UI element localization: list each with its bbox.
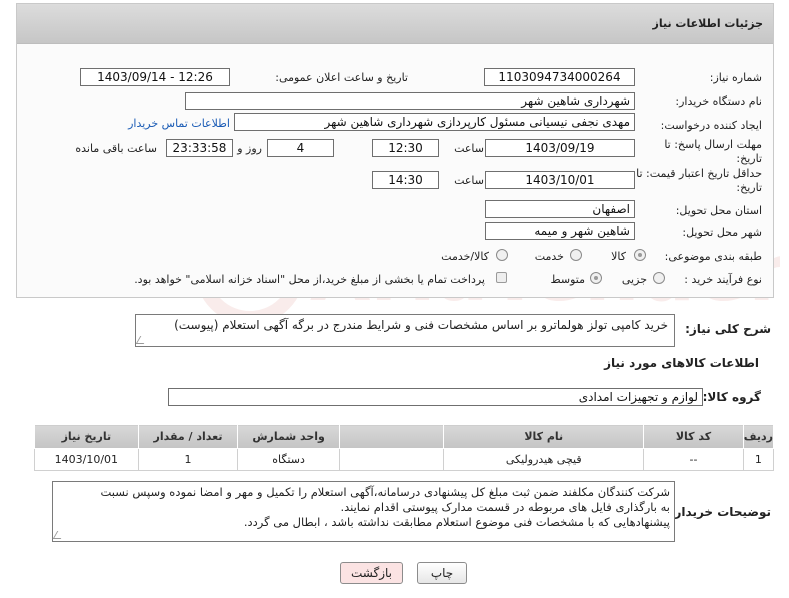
announce-field: 1403/09/14 - 12:26 <box>80 68 230 86</box>
treasury-payment-note: پرداخت تمام یا بخشی از مبلغ خرید،از محل … <box>134 273 485 286</box>
announce-label: تاریخ و ساعت اعلان عمومی: <box>275 71 408 84</box>
cell-item-code: -- <box>643 448 744 471</box>
days-label: روز و <box>237 142 262 155</box>
need-number-field: 1103094734000264 <box>484 68 635 86</box>
category-radio-goods[interactable] <box>634 249 646 261</box>
validity-date-field: 1403/10/01 <box>485 171 635 189</box>
col-quantity: تعداد / مقدار <box>137 424 239 449</box>
buyer-notes-label: توضیحات خریدار: <box>669 505 771 519</box>
category-option-goods-service: کالا/خدمت <box>441 250 489 263</box>
province-field: اصفهان <box>485 200 635 218</box>
table-row: 1403/10/01 1 دستگاه قیچی هیدرولیکی -- 1 <box>34 448 775 471</box>
goods-section-title: اطلاعات کالاهای مورد نیاز <box>604 356 759 370</box>
validity-label: حداقل تاریخ اعتبار قیمت: تا <box>636 167 762 180</box>
col-unit-count <box>338 424 445 449</box>
print-button[interactable]: چاپ <box>417 562 467 584</box>
deadline-time-field: 12:30 <box>372 139 439 157</box>
description-textarea: خرید کامپی تولز هولماترو بر اساس مشخصات … <box>135 314 675 347</box>
cell-spacer <box>338 448 445 471</box>
buyer-notes-line: شرکت کنندگان مکلفند ضمن ثبت مبلغ کل پیشن… <box>100 485 670 499</box>
col-row-number: ردیف <box>742 424 775 449</box>
col-need-date: تاریخ نیاز <box>34 424 139 449</box>
description-label: شرح کلی نیاز: <box>685 322 771 336</box>
requester-label: ایجاد کننده درخواست: <box>660 119 762 132</box>
page-title: جزئیات اطلاعات نیاز <box>652 17 764 30</box>
goods-group-field: لوازم و تجهیزات امدادی <box>168 388 703 406</box>
validity-time-label: ساعت <box>454 174 484 187</box>
goods-table-header: تاریخ نیاز تعداد / مقدار واحد شمارش نام … <box>34 424 775 449</box>
province-label: استان محل تحویل: <box>675 204 762 217</box>
process-option-minor: جزیی <box>621 273 647 286</box>
validity-time-field: 14:30 <box>372 171 439 189</box>
buyer-notes-box: شرکت کنندگان مکلفند ضمن ثبت مبلغ کل پیشن… <box>52 481 675 542</box>
validity-label-date: تاریخ: <box>736 181 762 194</box>
buyer-notes-line: به بارگذاری فایل های مربوطه در قسمت مدار… <box>340 500 670 514</box>
resize-handle-icon <box>135 336 149 344</box>
city-field: شاهین شهر و میمه <box>485 222 635 240</box>
goods-group-label: گروه کالا: <box>702 390 761 404</box>
need-number-label: شماره نیاز: <box>709 71 762 84</box>
cell-item-name: قیچی هیدرولیکی <box>443 448 645 471</box>
category-radio-goods-service[interactable] <box>496 249 508 261</box>
city-label: شهر محل تحویل: <box>682 226 762 239</box>
process-option-medium: متوسط <box>550 273 585 286</box>
process-label: نوع فرآیند خرید : <box>684 273 762 286</box>
deadline-time-label: ساعت <box>454 142 484 155</box>
col-item-name: نام کالا <box>443 424 645 449</box>
process-radio-medium[interactable] <box>590 272 602 284</box>
cell-unit: دستگاه <box>237 448 340 471</box>
col-unit: واحد شمارش <box>237 424 340 449</box>
col-item-code: کد کالا <box>643 424 744 449</box>
resize-handle-icon <box>52 531 66 539</box>
category-radio-service[interactable] <box>570 249 582 261</box>
days-remaining-field: 4 <box>267 139 334 157</box>
buyer-org-field: شهرداری شاهین شهر <box>185 92 635 110</box>
description-text: خرید کامپی تولز هولماترو بر اساس مشخصات … <box>174 318 668 332</box>
category-label: طبقه بندی موضوعی: <box>664 250 762 263</box>
category-option-service: خدمت <box>534 250 564 263</box>
cell-row-number: 1 <box>742 448 775 471</box>
requester-field: مهدی نجفی نیسیانی مسئول کارپردازی شهردار… <box>234 113 635 131</box>
deadline-label-date: تاریخ: <box>736 152 762 165</box>
back-button[interactable]: بازگشت <box>340 562 403 584</box>
deadline-label: مهلت ارسال پاسخ: تا <box>664 138 762 151</box>
buyer-notes-line: پیشنهادهایی که با مشخصات فنی موضوع استعل… <box>243 515 670 529</box>
deadline-date-field: 1403/09/19 <box>485 139 635 157</box>
goods-table: تاریخ نیاز تعداد / مقدار واحد شمارش نام … <box>34 424 775 471</box>
time-remaining-label: ساعت باقی مانده <box>75 142 157 155</box>
treasury-payment-checkbox[interactable] <box>496 272 507 283</box>
contact-buyer-link[interactable]: اطلاعات تماس خریدار <box>128 117 230 130</box>
process-radio-minor[interactable] <box>653 272 665 284</box>
category-option-goods: کالا <box>611 250 626 263</box>
time-remaining-field: 23:33:58 <box>166 139 233 157</box>
cell-need-date: 1403/10/01 <box>34 448 139 471</box>
cell-quantity: 1 <box>137 448 239 471</box>
buyer-org-label: نام دستگاه خریدار: <box>675 95 762 108</box>
